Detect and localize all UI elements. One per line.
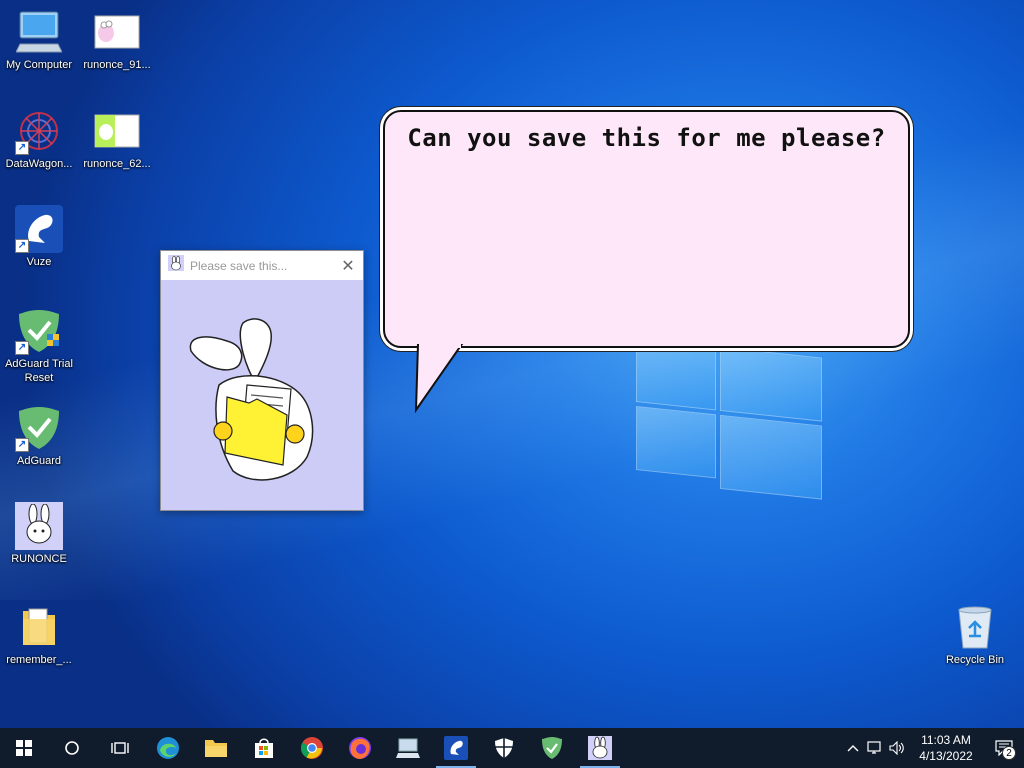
desktop-icon-datawagon[interactable]: ↗ DataWagon... — [0, 107, 78, 171]
desktop-icon-remember[interactable]: remember_... — [0, 603, 78, 667]
edge-icon — [157, 737, 179, 759]
desktop-icon-runonce-91[interactable]: runonce_91... — [78, 8, 156, 72]
desktop-icon-adguard-trial-reset[interactable]: ↗ AdGuard Trial Reset — [0, 307, 78, 385]
taskbar-runonce[interactable] — [576, 728, 624, 768]
task-view-icon — [111, 742, 129, 754]
firefox-icon — [349, 737, 371, 759]
please-save-window[interactable]: Please save this... ✕ — [160, 250, 364, 511]
desktop-icon-adguard[interactable]: ↗ AdGuard — [0, 404, 78, 468]
taskbar-firefox[interactable] — [336, 728, 384, 768]
taskbar-computer[interactable] — [384, 728, 432, 768]
windows-start-icon — [16, 740, 32, 756]
shield-icon — [495, 738, 513, 758]
taskbar-file-explorer[interactable] — [192, 728, 240, 768]
taskbar: 11:03 AM 4/13/2022 2 — [0, 728, 1024, 768]
vuze-icon: ↗ — [15, 205, 63, 253]
desktop-icon-my-computer[interactable]: My Computer — [0, 8, 78, 72]
action-center-button[interactable]: 2 — [984, 728, 1024, 768]
speech-bubble-tail — [414, 344, 464, 414]
desktop-icon-runonce[interactable]: RUNONCE — [0, 502, 78, 566]
bunny-icon — [168, 255, 184, 276]
notification-badge: 2 — [1002, 746, 1016, 760]
adguard-icon — [542, 737, 562, 759]
image-file-icon — [93, 107, 141, 155]
show-hidden-icons-chevron-up-icon[interactable] — [842, 728, 864, 768]
taskbar-security[interactable] — [480, 728, 528, 768]
volume-icon[interactable] — [886, 728, 908, 768]
chrome-icon — [301, 737, 323, 759]
taskbar-edge[interactable] — [144, 728, 192, 768]
system-tray: 11:03 AM 4/13/2022 2 — [842, 728, 1024, 768]
search-button[interactable] — [48, 728, 96, 768]
speech-bubble: Can you save this for me please? — [383, 110, 910, 348]
taskbar-chrome[interactable] — [288, 728, 336, 768]
close-button[interactable]: ✕ — [333, 251, 363, 280]
computer-icon — [396, 738, 420, 758]
search-circle-icon — [65, 741, 79, 755]
taskbar-vuze[interactable] — [432, 728, 480, 768]
shortcut-arrow-icon: ↗ — [15, 438, 29, 452]
bunny-icon — [588, 736, 612, 760]
bunny-holding-folder-image — [189, 318, 314, 481]
adguard-icon: ↗ — [15, 307, 63, 355]
bunny-icon — [15, 502, 63, 550]
speech-bubble-text: Can you save this for me please? — [407, 124, 886, 152]
taskbar-store[interactable] — [240, 728, 288, 768]
image-file-icon — [93, 8, 141, 56]
desktop-icon-runonce-62[interactable]: runonce_62... — [78, 107, 156, 171]
start-button[interactable] — [0, 728, 48, 768]
vuze-icon — [444, 736, 468, 760]
network-icon[interactable] — [864, 728, 886, 768]
recycle-bin-icon — [951, 603, 999, 651]
taskbar-adguard[interactable] — [528, 728, 576, 768]
computer-icon — [15, 8, 63, 56]
task-view-button[interactable] — [96, 728, 144, 768]
clock-date: 4/13/2022 — [919, 749, 973, 763]
folder-icon — [15, 603, 63, 651]
shortcut-arrow-icon: ↗ — [15, 141, 29, 155]
window-titlebar[interactable]: Please save this... ✕ — [161, 251, 363, 280]
shortcut-arrow-icon: ↗ — [15, 341, 29, 355]
datawagon-icon: ↗ — [15, 107, 63, 155]
shortcut-arrow-icon: ↗ — [15, 239, 29, 253]
window-title: Please save this... — [190, 258, 288, 273]
adguard-icon: ↗ — [15, 404, 63, 452]
desktop-icon-vuze[interactable]: ↗ Vuze — [0, 205, 78, 269]
taskbar-clock[interactable]: 11:03 AM 4/13/2022 — [914, 732, 978, 764]
clock-time: 11:03 AM — [921, 733, 971, 747]
file-explorer-icon — [205, 740, 227, 757]
desktop-icon-recycle-bin[interactable]: Recycle Bin — [936, 603, 1014, 667]
store-icon — [255, 738, 273, 758]
